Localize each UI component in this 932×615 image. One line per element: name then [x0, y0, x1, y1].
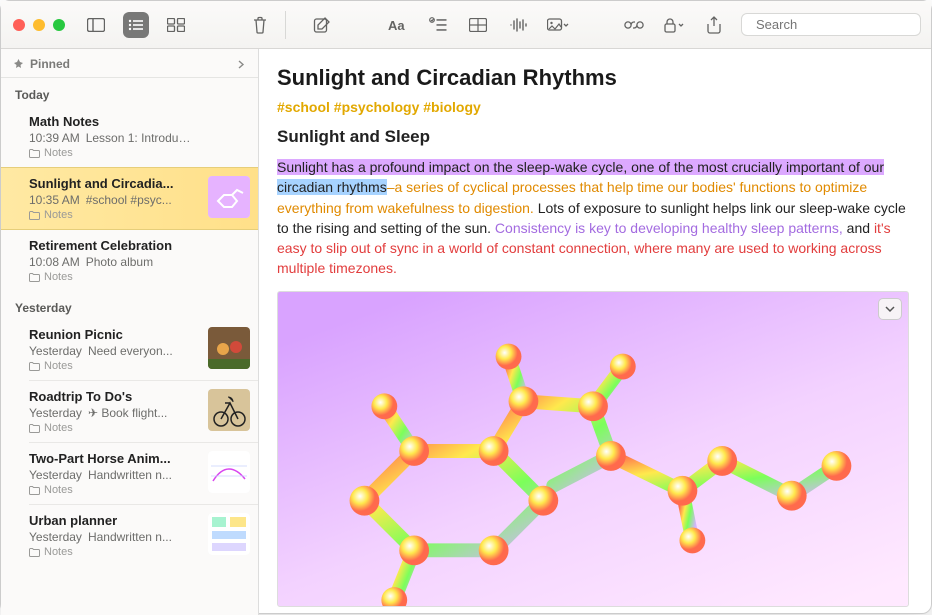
body-segment: and — [843, 220, 874, 236]
body-segment: circadian rhythms — [277, 179, 387, 195]
notes-sidebar: Pinned Today Math Notes 10:39 AM Lesson 1: … — [1, 49, 259, 615]
note-title: Sunlight and Circadia... — [29, 176, 179, 191]
chevron-down-icon — [885, 305, 895, 313]
trash-icon[interactable] — [247, 12, 273, 38]
toggle-sidebar-icon[interactable] — [83, 12, 109, 38]
note-meta: 10:08 AM Photo album — [29, 255, 248, 269]
folder-icon — [29, 362, 40, 371]
note-folder: Notes — [29, 271, 248, 283]
titlebar: Aa — [1, 1, 931, 49]
note-thumbnail — [208, 451, 250, 493]
note-time: Yesterday — [29, 468, 82, 482]
search-field[interactable] — [741, 13, 921, 36]
image-menu-button[interactable] — [878, 298, 902, 320]
note-list-item[interactable]: Two-Part Horse Anim... Yesterday Handwritt… — [1, 443, 258, 504]
note-time: 10:08 AM — [29, 255, 80, 269]
toolbar-divider — [285, 11, 286, 39]
document-body[interactable]: Sunlight has a profound impact on the sl… — [277, 157, 909, 279]
molecule-image — [278, 292, 908, 606]
pinned-label: Pinned — [30, 57, 70, 71]
pin-icon — [13, 59, 24, 70]
format-text-icon[interactable]: Aa — [385, 12, 411, 38]
note-time: Yesterday — [29, 344, 82, 358]
note-title: Math Notes — [29, 114, 179, 129]
chevron-right-icon — [237, 60, 246, 69]
folder-icon — [29, 149, 40, 158]
search-input[interactable] — [756, 17, 932, 32]
document-subheading[interactable]: Sunlight and Sleep — [277, 127, 909, 147]
note-title: Reunion Picnic — [29, 327, 179, 342]
close-window-button[interactable] — [13, 19, 25, 31]
note-meta: 10:39 AM Lesson 1: Introduction to... — [29, 131, 248, 145]
share-icon[interactable] — [701, 12, 727, 38]
note-list-item[interactable]: Urban plannerYesterdayHandwritten n...No… — [1, 505, 258, 566]
note-thumbnail — [208, 327, 250, 369]
body-segment: Consistency is key to developing healthy… — [495, 220, 843, 236]
pinned-header[interactable]: Pinned — [1, 49, 258, 78]
note-list-item[interactable]: Roadtrip To Do's Yesterday ✈ Book flight..… — [1, 381, 258, 442]
note-list-item[interactable]: Retirement Celebration 10:08 AM Photo albu… — [1, 230, 258, 291]
sidebar-section-heading: Yesterday — [1, 291, 258, 319]
note-title: Urban planner — [29, 513, 179, 528]
folder-icon — [29, 424, 40, 433]
note-thumbnail — [208, 389, 250, 431]
minimize-window-button[interactable] — [33, 19, 45, 31]
note-editor[interactable]: Sunlight and Circadian Rhythms #school #… — [259, 49, 931, 615]
folder-icon — [29, 211, 40, 220]
note-preview: Need everyon... — [88, 344, 173, 358]
note-title: Retirement Celebration — [29, 238, 179, 253]
gallery-view-icon[interactable] — [163, 12, 189, 38]
note-preview: Lesson 1: Introduction to... — [86, 131, 196, 145]
folder-icon — [29, 486, 40, 495]
note-thumbnail — [208, 513, 250, 555]
lock-menu-icon[interactable] — [661, 12, 687, 38]
checklist-icon[interactable] — [425, 12, 451, 38]
note-folder: Notes — [29, 147, 248, 159]
media-menu-icon[interactable] — [545, 12, 571, 38]
table-icon[interactable] — [465, 12, 491, 38]
sidebar-section-heading: Today — [1, 78, 258, 106]
attached-image[interactable] — [277, 291, 909, 607]
note-thumbnail — [208, 176, 250, 218]
audio-icon[interactable] — [505, 12, 531, 38]
note-time: 10:35 AM — [29, 193, 80, 207]
note-preview: Handwritten n... — [88, 468, 172, 482]
note-preview: ✈ Book flight... — [88, 406, 167, 420]
folder-icon — [29, 548, 40, 557]
note-preview: Photo album — [86, 255, 153, 269]
note-time: Yesterday — [29, 530, 82, 544]
note-list-item[interactable]: Math Notes 10:39 AM Lesson 1: Introduction… — [1, 106, 258, 167]
svg-text:Aa: Aa — [388, 18, 405, 33]
folder-icon — [29, 273, 40, 282]
list-view-icon[interactable] — [123, 12, 149, 38]
note-preview: #school #psyc... — [86, 193, 172, 207]
note-time: 10:39 AM — [29, 131, 80, 145]
compose-icon[interactable] — [309, 12, 335, 38]
document-title[interactable]: Sunlight and Circadian Rhythms — [277, 65, 909, 91]
note-time: Yesterday — [29, 406, 82, 420]
note-list-item[interactable]: Reunion PicnicYesterdayNeed everyon...No… — [1, 319, 258, 380]
body-segment: Sunlight has a profound impact on the sl… — [277, 159, 884, 175]
window-controls — [1, 19, 77, 31]
note-preview: Handwritten n... — [88, 530, 172, 544]
note-list-item[interactable]: Sunlight and Circadia... 10:35 AM #school … — [1, 167, 258, 230]
document-tags[interactable]: #school #psychology #biology — [277, 99, 909, 115]
note-title: Two-Part Horse Anim... — [29, 451, 179, 466]
link-icon[interactable] — [621, 12, 647, 38]
note-title: Roadtrip To Do's — [29, 389, 179, 404]
zoom-window-button[interactable] — [53, 19, 65, 31]
